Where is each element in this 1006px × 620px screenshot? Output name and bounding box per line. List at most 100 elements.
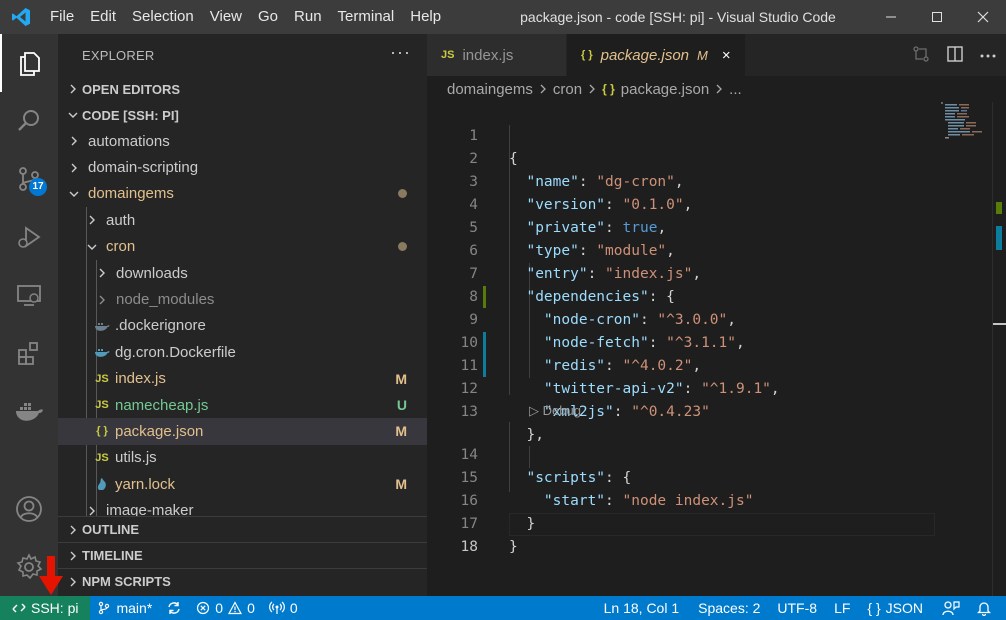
modified-dot	[398, 189, 407, 199]
branch-label: main*	[116, 600, 153, 616]
menu-edit[interactable]: Edit	[82, 0, 124, 34]
tree-item-label: downloads	[116, 264, 188, 282]
close-window-button[interactable]	[960, 0, 1006, 34]
chevron-right-icon	[588, 81, 596, 98]
code-line: 3 "version": "0.1.0",	[427, 148, 987, 213]
tab-label: package.json	[600, 46, 690, 64]
end-of-line[interactable]: LF	[824, 596, 857, 620]
more-actions-icon[interactable]: ···	[390, 42, 411, 63]
git-branch-icon	[99, 601, 110, 615]
encoding[interactable]: UTF-8	[767, 596, 824, 620]
docker-file-icon	[94, 346, 110, 358]
run-debug-icon	[18, 226, 41, 248]
tree-item-domaingems[interactable]: domaingems	[58, 181, 427, 207]
tree-item-label: utils.js	[115, 449, 157, 467]
broadcast-icon	[268, 601, 285, 614]
tree-item-auth[interactable]: auth	[58, 207, 427, 233]
menu-terminal[interactable]: Terminal	[330, 0, 403, 34]
split-editor-icon	[947, 45, 963, 62]
status-bar-right: Ln 18, Col 1 Spaces: 2 UTF-8 LF { } JSON	[597, 596, 998, 620]
tree-item-cron[interactable]: cron	[58, 234, 427, 260]
tree-item-label: node_modules	[116, 291, 215, 309]
tree-item-domain-scripting[interactable]: domain-scripting	[58, 154, 427, 180]
tab-label: index.js	[462, 46, 514, 64]
run-debug-button[interactable]	[0, 208, 58, 266]
language-label: JSON	[885, 600, 923, 616]
tree-item-utils-js[interactable]: JS utils.js	[58, 445, 427, 471]
menu-selection[interactable]: Selection	[124, 0, 202, 34]
npm-scripts-section[interactable]: NPM SCRIPTS	[58, 568, 427, 594]
remote-explorer-button[interactable]	[0, 266, 58, 324]
tree-item-yarn-lock[interactable]: yarn.lock M	[58, 471, 427, 497]
open-changes-button[interactable]	[912, 45, 930, 66]
tree-item-dockerfile[interactable]: dg.cron.Dockerfile	[58, 339, 427, 365]
tree-item-label: namecheap.js	[115, 396, 209, 414]
tree-item-package-json[interactable]: { } package.json M	[58, 418, 427, 445]
indentation[interactable]: Spaces: 2	[686, 596, 767, 620]
tab-package-json[interactable]: { } package.json M ×	[567, 34, 746, 76]
tree-item-label: domaingems	[88, 185, 174, 203]
extensions-button[interactable]	[0, 324, 58, 382]
js-file-icon: JS	[95, 451, 109, 464]
code-editor[interactable]: 1 { 2 "name": "dg-cron", 3 "version": "0…	[427, 102, 1006, 596]
docker-button[interactable]	[0, 382, 58, 440]
more-editor-actions-button[interactable]	[980, 46, 996, 64]
menu-go[interactable]: Go	[250, 0, 286, 34]
timeline-section[interactable]: TIMELINE	[58, 542, 427, 568]
outline-section[interactable]: OUTLINE	[58, 516, 427, 542]
open-editors-section[interactable]: OPEN EDITORS	[58, 76, 427, 102]
feedback-button[interactable]	[930, 596, 967, 620]
menu-view[interactable]: View	[202, 0, 250, 34]
source-control-button[interactable]: 17	[0, 150, 58, 208]
code-text: }	[509, 539, 518, 555]
chevron-right-icon	[94, 268, 110, 278]
split-editor-button[interactable]	[946, 45, 964, 66]
vertical-scrollbar[interactable]	[992, 102, 1006, 596]
code-line: 10 "redis": "^4.0.2",	[427, 309, 987, 374]
account-button[interactable]	[0, 480, 58, 538]
workspace-section[interactable]: CODE [SSH: PI]	[58, 102, 427, 128]
tree-item-automations[interactable]: automations	[58, 128, 427, 154]
minimap[interactable]	[941, 102, 991, 142]
tab-index-js[interactable]: JS index.js	[427, 34, 567, 76]
cursor-position[interactable]: Ln 18, Col 1	[597, 596, 687, 620]
chevron-right-icon	[66, 136, 82, 146]
ports-indicator[interactable]: 0	[262, 596, 305, 620]
tree-item-dockerignore[interactable]: .dockerignore	[58, 313, 427, 339]
chevron-down-icon	[66, 189, 82, 199]
breadcrumb-item[interactable]: ...	[729, 81, 742, 98]
menu-file[interactable]: File	[42, 0, 82, 34]
maximize-button[interactable]	[914, 0, 960, 34]
json-file-icon: { }	[96, 425, 108, 438]
menu-help[interactable]: Help	[402, 0, 449, 34]
breadcrumb-item[interactable]: package.json	[621, 81, 709, 98]
problems-indicator[interactable]: 0 0	[189, 596, 262, 620]
tree-item-index-js[interactable]: JS index.js M	[58, 366, 427, 392]
minimize-icon	[886, 16, 896, 18]
tab-close-button[interactable]: ×	[722, 47, 731, 64]
sync-button[interactable]	[159, 596, 189, 620]
notifications-button[interactable]	[967, 596, 998, 620]
line-number: 18	[460, 539, 478, 555]
breadcrumb-item[interactable]: domaingems	[447, 81, 533, 98]
status-bar: SSH: pi main* 0 0 0 Ln 18, Col 1 Spaces:…	[0, 596, 1006, 620]
minimize-button[interactable]	[868, 0, 914, 34]
explorer-button[interactable]	[0, 34, 58, 92]
debug-codelens[interactable]: ▷ Debug	[529, 400, 581, 422]
tree-item-label: package.json	[115, 422, 204, 440]
scrollbar-added-marker	[996, 202, 1002, 214]
language-mode[interactable]: { } JSON	[857, 596, 930, 620]
scm-changes-badge: 17	[29, 178, 47, 196]
breadcrumb-item[interactable]: cron	[553, 81, 582, 98]
menu-run[interactable]: Run	[286, 0, 330, 34]
sidebar-bottom-sections: OUTLINE TIMELINE NPM SCRIPTS	[58, 516, 427, 594]
tree-item-downloads[interactable]: downloads	[58, 260, 427, 286]
remote-indicator[interactable]: SSH: pi	[0, 596, 91, 620]
sync-icon	[168, 602, 180, 614]
window-title: package.json - code [SSH: pi] - Visual S…	[520, 9, 836, 25]
modified-dot	[398, 242, 407, 252]
git-branch[interactable]: main*	[90, 596, 159, 620]
tree-item-namecheap-js[interactable]: JS namecheap.js U	[58, 392, 427, 418]
search-button[interactable]	[0, 92, 58, 150]
tree-item-node-modules[interactable]: node_modules	[58, 286, 427, 312]
